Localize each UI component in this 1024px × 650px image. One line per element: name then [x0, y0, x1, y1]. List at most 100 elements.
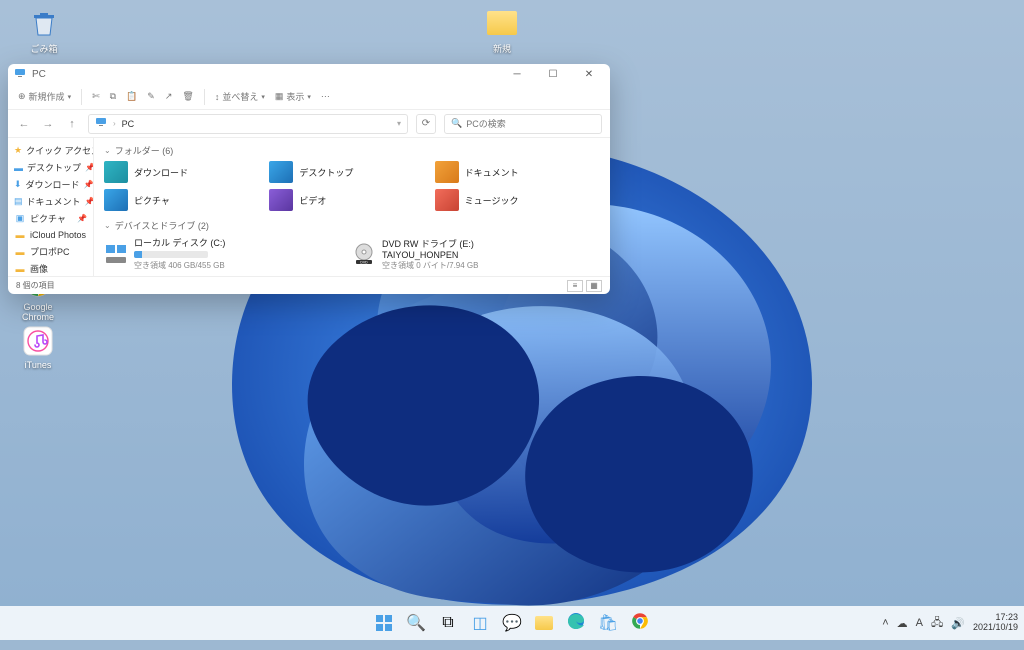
search-button[interactable]: 🔍	[403, 610, 429, 636]
drive-item[interactable]: DVD DVD RW ドライブ (E:)TAIYOU_HONPEN空き領域 0 …	[352, 236, 600, 271]
paste-icon: 📋	[126, 91, 137, 102]
chevron-right-icon: ›	[113, 119, 116, 128]
folder-icon: ▬	[14, 246, 26, 258]
back-button[interactable]: ←	[16, 116, 32, 132]
titlebar[interactable]: PC ─ ☐ ✕	[8, 64, 610, 84]
address-bar[interactable]: › PC ▾	[88, 114, 408, 134]
view-button[interactable]: ▦ 表示 ▾	[275, 90, 311, 103]
drive-sub: 空き領域 0 バイト/7.94 GB	[382, 260, 478, 271]
tiles-view-button[interactable]: ▦	[586, 280, 602, 292]
more-button[interactable]: ⋯	[321, 91, 330, 102]
desktop-icon-recycle-bin[interactable]: ごみ箱	[14, 6, 74, 55]
sort-button[interactable]: ↕ 並べ替え ▾	[215, 90, 265, 103]
disk-icon	[104, 243, 128, 265]
star-icon: ★	[14, 145, 22, 157]
edge-icon	[567, 612, 585, 635]
folder-icon	[269, 161, 293, 183]
forward-button[interactable]: →	[40, 116, 56, 132]
drive-usage-bar	[134, 251, 208, 258]
svg-text:DVD: DVD	[360, 260, 368, 264]
folder-icon	[535, 616, 553, 630]
desktop-icon: ▬	[14, 162, 23, 174]
store-icon: 🛍	[598, 613, 618, 633]
pc-icon	[95, 116, 107, 131]
folder-item[interactable]: ピクチャ	[104, 189, 269, 211]
chevron-down-icon[interactable]: ▾	[397, 119, 401, 128]
sidebar-item-pictures[interactable]: ▣ピクチャ📌	[10, 210, 91, 227]
folder-label: ピクチャ	[134, 194, 170, 207]
sidebar-item-icloud[interactable]: ▬iCloud Photos	[10, 227, 91, 243]
window-title: PC	[32, 69, 46, 80]
content-pane: ⌄フォルダー (6) ダウンロード デスクトップ ドキュメントピクチャ ビデオミュージ…	[94, 138, 610, 276]
up-button[interactable]: ↑	[64, 116, 80, 132]
sidebar-item-propo[interactable]: ▬プロポPC	[10, 243, 91, 260]
volume-icon[interactable]: 🔊	[951, 617, 965, 630]
desktop-icon-label: ごみ箱	[30, 44, 57, 54]
rename-button[interactable]: ✎	[147, 91, 155, 102]
folder-label: ダウンロード	[134, 166, 188, 179]
sidebar-item-downloads[interactable]: ⬇ダウンロード📌	[10, 176, 91, 193]
folder-icon	[104, 189, 128, 211]
widgets-button[interactable]: ◫	[467, 610, 493, 636]
folder-item[interactable]: ドキュメント	[435, 161, 600, 183]
itunes-icon	[21, 324, 55, 358]
folder-item[interactable]: ミュージック	[435, 189, 600, 211]
edge-button[interactable]	[563, 610, 589, 636]
folder-label: デスクトップ	[299, 166, 353, 179]
tray-overflow-button[interactable]: ˄	[882, 617, 888, 629]
delete-button[interactable]: 🗑	[182, 91, 193, 102]
share-button[interactable]: ↗	[165, 91, 173, 102]
status-bar: 8 個の項目 ≡ ▦	[8, 276, 610, 294]
task-view-button[interactable]: ⧉	[435, 610, 461, 636]
cut-icon: ✄	[92, 91, 100, 102]
sidebar-item-quick-access[interactable]: ★クイック アクセス	[10, 142, 91, 159]
explorer-window: PC ─ ☐ ✕ ⊕ 新規作成 ▾ ✄ ⧉ 📋 ✎ ↗ 🗑 ↕ 並べ替え ▾ ▦…	[8, 64, 610, 294]
section-drives[interactable]: ⌄デバイスとドライブ (2)	[104, 219, 600, 232]
sidebar-item-desktop[interactable]: ▬デスクトップ📌	[10, 159, 91, 176]
store-button[interactable]: 🛍	[595, 610, 621, 636]
task-view-icon: ⧉	[442, 614, 453, 632]
chevron-down-icon: ⌄	[104, 221, 111, 230]
close-button[interactable]: ✕	[574, 65, 604, 83]
clock[interactable]: 17:23 2021/10/19	[973, 613, 1018, 633]
network-icon[interactable]: 🖧	[931, 614, 943, 633]
copy-button[interactable]: ⧉	[110, 91, 116, 102]
sidebar-item-documents[interactable]: ▤ドキュメント📌	[10, 193, 91, 210]
start-button[interactable]	[371, 610, 397, 636]
maximize-button[interactable]: ☐	[538, 65, 568, 83]
pin-icon: 📌	[85, 163, 94, 172]
chat-button[interactable]: 💬	[499, 610, 525, 636]
refresh-button[interactable]: ⟳	[416, 114, 436, 134]
taskbar: 🔍 ⧉ ◫ 💬 🛍 ˄ ☁ A 🖧 🔊 17:23 2021/10/19	[0, 606, 1024, 640]
desktop-icon-label: Google Chrome	[22, 302, 54, 322]
folder-item[interactable]: デスクトップ	[269, 161, 434, 183]
pin-icon: 📌	[77, 214, 87, 223]
explorer-button[interactable]	[531, 610, 557, 636]
paste-button[interactable]: 📋	[126, 91, 137, 102]
details-view-button[interactable]: ≡	[567, 280, 583, 292]
minimize-button[interactable]: ─	[502, 65, 532, 83]
desktop-icon-folder[interactable]: 新規	[472, 6, 532, 55]
section-folders[interactable]: ⌄フォルダー (6)	[104, 144, 600, 157]
ime-icon[interactable]: A	[916, 617, 923, 629]
folder-icon	[485, 6, 519, 40]
rename-icon: ✎	[147, 91, 155, 102]
breadcrumb[interactable]: PC	[122, 119, 135, 129]
folder-item[interactable]: ダウンロード	[104, 161, 269, 183]
search-input[interactable]	[466, 119, 595, 129]
picture-icon: ▣	[14, 213, 26, 225]
document-icon: ▤	[14, 196, 23, 208]
drive-item[interactable]: ローカル ディスク (C:)空き領域 406 GB/455 GB	[104, 236, 352, 271]
search-icon: 🔍	[451, 118, 462, 129]
chrome-button[interactable]	[627, 610, 653, 636]
cut-button[interactable]: ✄	[92, 91, 100, 102]
pc-icon	[14, 67, 26, 82]
folder-item[interactable]: ビデオ	[269, 189, 434, 211]
desktop-icon-itunes[interactable]: iTunes	[8, 324, 68, 370]
command-bar: ⊕ 新規作成 ▾ ✄ ⧉ 📋 ✎ ↗ 🗑 ↕ 並べ替え ▾ ▦ 表示 ▾ ⋯	[8, 84, 610, 110]
search-box[interactable]: 🔍	[444, 114, 602, 134]
desktop-icon-label: 新規	[493, 44, 511, 54]
new-button[interactable]: ⊕ 新規作成 ▾	[18, 90, 71, 103]
onedrive-icon[interactable]: ☁	[897, 617, 908, 630]
sidebar-item-images[interactable]: ▬画像	[10, 260, 91, 276]
